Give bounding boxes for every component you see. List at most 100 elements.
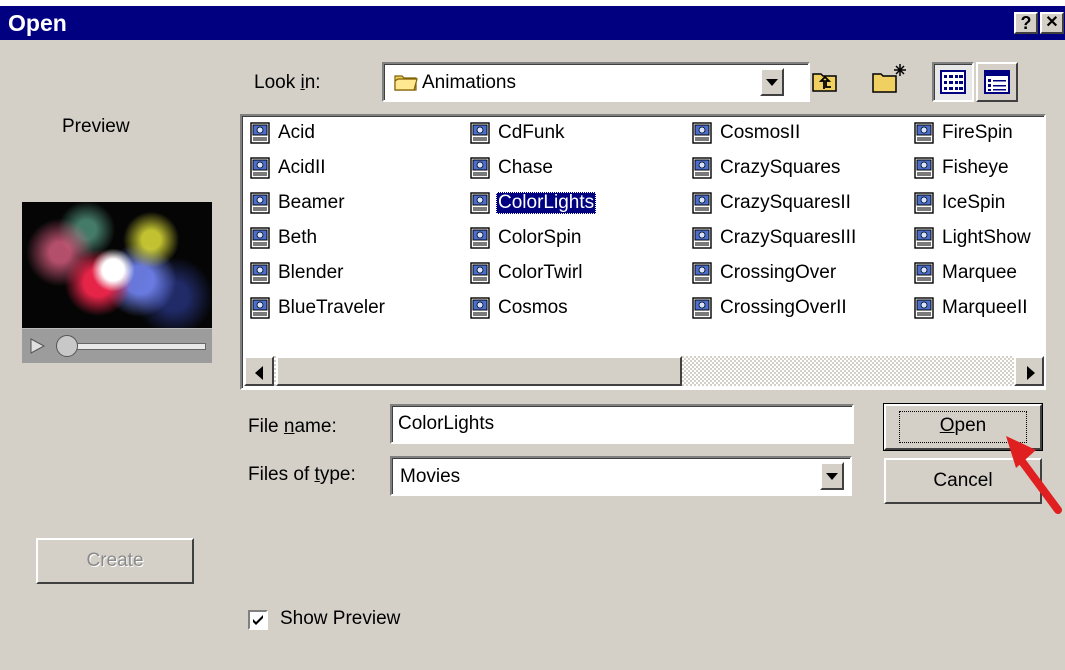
preview-label: Preview	[62, 116, 130, 137]
chevron-down-icon	[826, 473, 838, 480]
movie-file-icon	[692, 297, 712, 319]
look-in-combobox[interactable]: Animations	[382, 62, 810, 102]
movie-file-icon	[470, 262, 490, 284]
movie-file-icon	[250, 297, 270, 319]
horizontal-scrollbar[interactable]	[244, 356, 1044, 386]
file-item-label: ColorTwirl	[498, 262, 583, 283]
folder-icon	[394, 75, 418, 91]
movie-file-icon	[914, 227, 934, 249]
movie-file-icon	[914, 192, 934, 214]
file-type-dropdown-button[interactable]	[820, 462, 844, 490]
file-item[interactable]: CrazySquaresIII	[692, 225, 858, 251]
file-item-label: BlueTraveler	[278, 297, 386, 318]
file-item[interactable]: Cosmos	[470, 295, 570, 321]
list-view-icon	[940, 70, 966, 94]
seek-track[interactable]	[58, 343, 206, 350]
file-item-label: AcidII	[278, 157, 326, 178]
file-item[interactable]: CrossingOverII	[692, 295, 849, 321]
seek-slider-thumb[interactable]	[56, 335, 78, 357]
movie-file-icon	[914, 297, 934, 319]
file-item[interactable]: IceSpin	[914, 190, 1007, 216]
new-folder-button[interactable]	[866, 60, 910, 100]
scroll-left-button[interactable]	[244, 356, 274, 386]
show-preview-label: Show Preview	[280, 608, 401, 629]
file-type-label: Files of type:	[248, 464, 356, 485]
scroll-right-button[interactable]	[1014, 356, 1044, 386]
movie-file-icon	[692, 157, 712, 179]
file-item[interactable]: Marquee	[914, 260, 1019, 286]
chevron-right-icon	[1027, 366, 1035, 380]
file-item-label: Beth	[278, 227, 318, 248]
file-item-label: CrazySquares	[720, 157, 841, 178]
movie-file-icon	[250, 262, 270, 284]
movie-file-icon	[470, 122, 490, 144]
movie-file-icon	[692, 122, 712, 144]
file-list[interactable]: Acid AcidII Beamer Beth Blender BlueTraveler C…	[240, 114, 1046, 390]
file-item-label: CrazySquaresII	[720, 192, 851, 213]
movie-file-icon	[914, 157, 934, 179]
file-item[interactable]: ColorSpin	[470, 225, 583, 251]
file-item[interactable]: Chase	[470, 155, 555, 181]
file-item[interactable]: MarqueeII	[914, 295, 1030, 321]
movie-file-icon	[692, 192, 712, 214]
file-item[interactable]: Beth	[250, 225, 319, 251]
file-item[interactable]: ColorLights	[470, 190, 597, 216]
file-name-input[interactable]: ColorLights	[390, 404, 854, 444]
up-folder-icon	[812, 73, 837, 92]
movie-file-icon	[250, 227, 270, 249]
file-item-label: ColorSpin	[498, 227, 582, 248]
file-name-label: File name:	[248, 416, 337, 437]
movie-file-icon	[470, 192, 490, 214]
file-item-label: Beamer	[278, 192, 345, 213]
file-item[interactable]: Acid	[250, 120, 317, 146]
chevron-left-icon	[255, 366, 263, 380]
movie-file-icon	[470, 157, 490, 179]
show-preview-checkbox[interactable]	[248, 610, 268, 630]
file-item[interactable]: CdFunk	[470, 120, 567, 146]
file-type-value: Movies	[400, 466, 461, 487]
file-item[interactable]: AcidII	[250, 155, 328, 181]
movie-file-icon	[470, 297, 490, 319]
file-type-select[interactable]: Movies	[390, 456, 852, 496]
file-item[interactable]: CosmosII	[692, 120, 802, 146]
play-icon[interactable]	[26, 335, 48, 357]
movie-file-icon	[250, 157, 270, 179]
file-item[interactable]: CrossingOver	[692, 260, 838, 286]
file-item-label: LightShow	[942, 227, 1031, 248]
file-item[interactable]: CrazySquares	[692, 155, 842, 181]
file-item[interactable]: FireSpin	[914, 120, 1015, 146]
file-item-label: Fisheye	[942, 157, 1009, 178]
open-dialog: Open ? ✕ Look in: Animations Preview Cre…	[0, 6, 1065, 670]
chevron-down-icon	[766, 79, 778, 86]
up-one-level-button[interactable]	[808, 64, 840, 98]
file-item-label: ColorLights	[496, 192, 597, 214]
file-item-label: Marquee	[942, 262, 1017, 283]
red-arrow-icon	[1006, 436, 1062, 514]
file-item-label: FireSpin	[942, 122, 1013, 143]
file-item-label: Chase	[498, 157, 553, 178]
file-item[interactable]: Beamer	[250, 190, 347, 216]
file-item-label: CosmosII	[720, 122, 801, 143]
preview-playbar	[22, 328, 212, 363]
file-item-label: CrazySquaresIII	[720, 227, 857, 248]
checkmark-icon	[253, 615, 263, 625]
movie-file-icon	[914, 262, 934, 284]
title-bar: Open ? ✕	[0, 6, 1065, 40]
file-item[interactable]: BlueTraveler	[250, 295, 387, 321]
details-view-button[interactable]	[976, 62, 1018, 102]
file-item[interactable]: CrazySquaresII	[692, 190, 853, 216]
movie-file-icon	[692, 227, 712, 249]
file-item[interactable]: LightShow	[914, 225, 1033, 251]
file-item[interactable]: ColorTwirl	[470, 260, 584, 286]
close-button[interactable]: ✕	[1040, 12, 1064, 34]
file-item[interactable]: Fisheye	[914, 155, 1011, 181]
file-item-label: Acid	[278, 122, 315, 143]
file-item-label: CrossingOver	[720, 262, 837, 283]
create-button[interactable]: Create	[36, 538, 194, 584]
list-view-button[interactable]	[932, 62, 974, 102]
scroll-thumb[interactable]	[276, 356, 682, 386]
look-in-dropdown-button[interactable]	[760, 68, 784, 96]
file-item[interactable]: Blender	[250, 260, 346, 286]
file-item-label: CdFunk	[498, 122, 565, 143]
help-button[interactable]: ?	[1014, 12, 1038, 34]
